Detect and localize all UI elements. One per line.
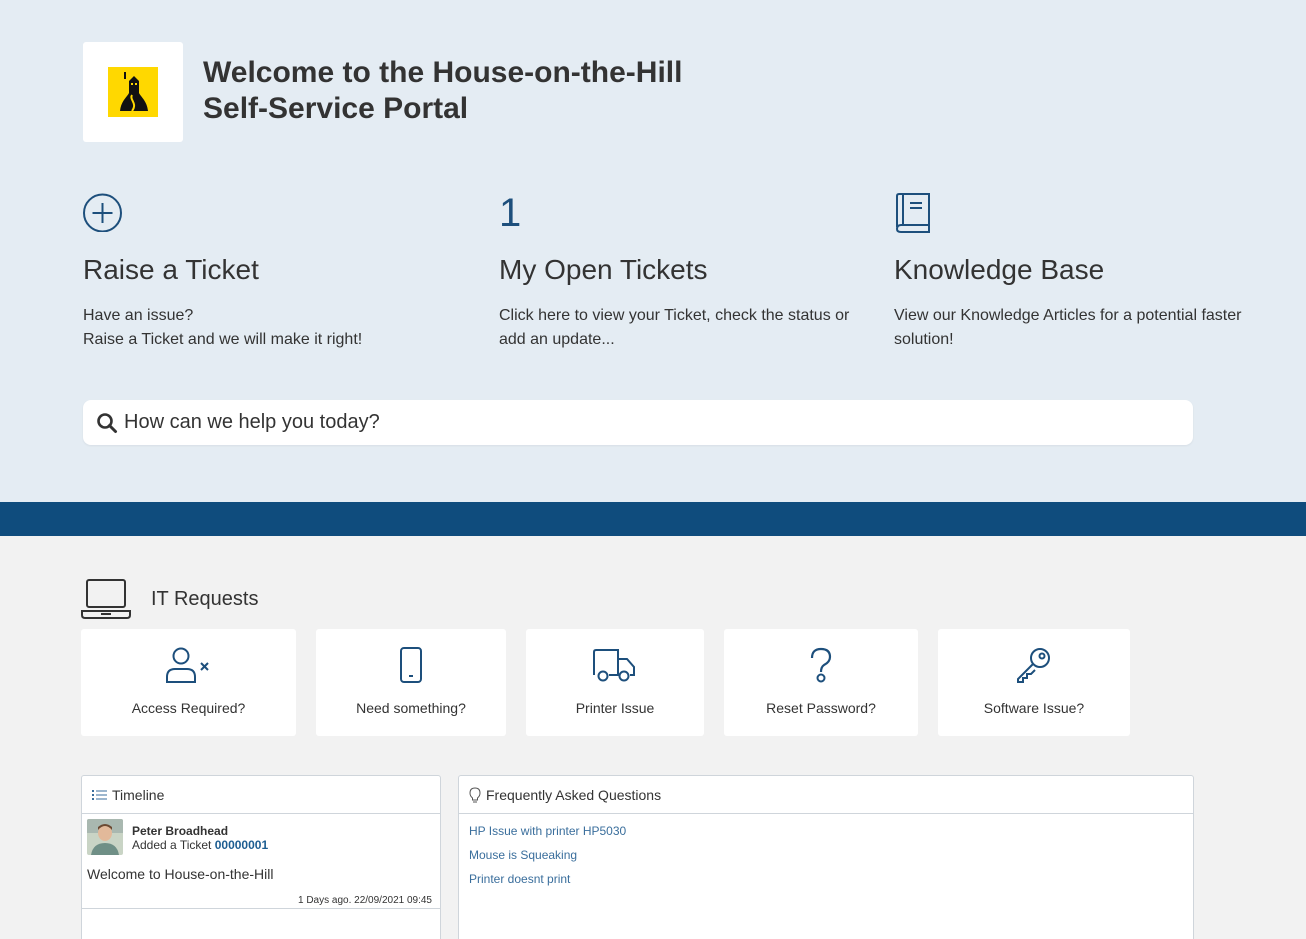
timeline-action: Added a Ticket 00000001 [132,838,268,852]
tile-desc-line-2: Raise a Ticket and we will make it right… [83,331,363,348]
hero-section: Welcome to the House-on-the-Hill Self-Se… [0,0,1306,502]
timeline-author: Peter Broadhead [132,824,229,838]
tile-heading: My Open Tickets [499,254,708,285]
open-tickets-tile[interactable]: 1 My Open Tickets Click here to view you… [499,192,869,352]
logo [83,42,183,142]
tile-desc-line-1: Click here to view your Ticket, check th… [499,307,850,324]
card-label: Printer Issue [575,700,655,716]
card-label: Access Required? [131,700,246,716]
timeline-action-text: Added a Ticket [132,838,212,852]
faq-panel: Frequently Asked Questions HP Issue with… [458,775,1194,939]
tile-description: View our Knowledge Articles for a potent… [894,304,1264,352]
divider-band [0,502,1306,536]
card-label: Software Issue? [983,700,1085,716]
it-requests-title: IT Requests [151,588,259,610]
faq-header: Frequently Asked Questions [459,776,1193,814]
house-on-hill-logo-icon [108,67,158,117]
need-something-card[interactable]: Need something? [316,629,506,736]
truck-icon [593,649,635,682]
avatar [87,819,123,855]
search-input[interactable] [124,411,1124,434]
mobile-icon [400,647,422,683]
user-x-icon [165,647,209,683]
search-bar[interactable] [83,400,1193,445]
raise-ticket-tile[interactable]: Raise a Ticket Have an issue? Raise a Ti… [83,192,413,352]
list-icon [92,789,107,800]
open-tickets-count: 1 [499,191,522,235]
faq-link[interactable]: Printer doesnt print [469,867,1183,891]
person-avatar-icon [87,819,123,855]
timeline-entry: Peter Broadhead Added a Ticket 00000001 … [82,814,440,909]
faq-link[interactable]: Mouse is Squeaking [469,843,1183,867]
faq-link[interactable]: HP Issue with printer HP5030 [469,819,1183,843]
laptop-icon [81,579,131,619]
ticket-link[interactable]: 00000001 [215,838,268,852]
access-required-card[interactable]: Access Required? [81,629,296,736]
card-label: Need something? [356,700,466,716]
tile-description: Click here to view your Ticket, check th… [499,304,869,352]
tile-heading: Raise a Ticket [83,254,259,285]
question-icon [810,647,832,683]
search-icon [97,412,117,433]
reset-password-card[interactable]: Reset Password? [724,629,918,736]
faq-title: Frequently Asked Questions [486,786,662,803]
timeline-panel: Timeline Peter Broadhead Added a Ticket … [81,775,441,939]
page-title: Welcome to the House-on-the-Hill Self-Se… [203,55,682,127]
timeline-message: Welcome to House-on-the-Hill [87,866,274,882]
tile-heading: Knowledge Base [894,254,1105,285]
tile-desc-line-1: Have an issue? [83,307,194,324]
timeline-title: Timeline [112,786,165,803]
tile-desc-line-2: add an update... [499,331,615,348]
faq-list: HP Issue with printer HP5030 Mouse is Sq… [459,814,1193,896]
tile-description: Have an issue? Raise a Ticket and we wil… [83,304,413,352]
tile-desc-line-2: solution! [894,331,954,348]
book-icon [895,193,930,233]
timeline-header: Timeline [82,776,440,814]
lightbulb-icon [469,786,481,802]
plus-circle-icon [83,193,122,233]
software-issue-card[interactable]: Software Issue? [938,629,1130,736]
title-line-2: Self-Service Portal [203,92,469,125]
tile-desc-line-1: View our Knowledge Articles for a potent… [894,307,1242,324]
key-icon [1017,648,1050,683]
knowledge-base-tile[interactable]: Knowledge Base View our Knowledge Articl… [894,192,1264,352]
card-label: Reset Password? [766,700,876,716]
title-line-1: Welcome to the House-on-the-Hill [203,56,683,89]
timeline-timestamp: 1 Days ago. 22/09/2021 09:45 [298,895,432,906]
printer-issue-card[interactable]: Printer Issue [526,629,704,736]
